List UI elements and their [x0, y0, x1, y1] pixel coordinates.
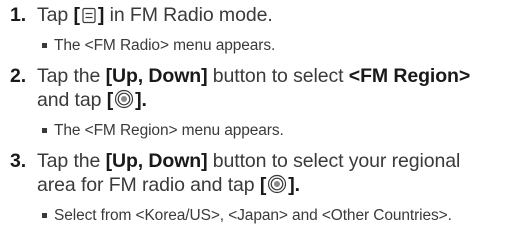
select-icon — [114, 89, 134, 115]
step-number: 2. — [10, 65, 27, 87]
bullet-icon — [42, 43, 47, 48]
instruction-document: 1. Tap [] in FM Radio mode. The <FM Radi… — [10, 3, 502, 225]
bracket-open: [ — [73, 4, 80, 26]
select-icon — [267, 174, 287, 200]
note-text: The <FM Region> menu appears. — [54, 122, 284, 139]
note-text: Select from <Korea/US>, <Japan> and <Oth… — [54, 207, 452, 224]
step-text: in FM Radio mode. — [104, 4, 273, 26]
step-1-note: The <FM Radio> menu appears. — [10, 37, 502, 55]
bracket-close: ]. — [135, 89, 147, 111]
step-2-note: The <FM Region> menu appears. — [10, 122, 502, 140]
button-reference: [Up, Down] — [105, 150, 208, 172]
step-2: 2. Tap the [Up, Down] button to select <… — [10, 64, 502, 115]
step-number: 3. — [10, 150, 27, 172]
bullet-icon — [42, 213, 47, 218]
menu-reference: <FM Region> — [348, 65, 471, 87]
bracket-close: ]. — [288, 174, 300, 196]
step-text: Tap the — [37, 150, 106, 172]
step-text: and tap — [37, 89, 107, 111]
step-3: 3. Tap the [Up, Down] button to select y… — [10, 149, 502, 200]
step-1: 1. Tap [] in FM Radio mode. — [10, 3, 502, 30]
step-text: Tap the — [37, 65, 106, 87]
note-text: The <FM Radio> menu appears. — [54, 37, 276, 54]
button-reference: [Up, Down] — [105, 65, 208, 87]
menu-icon — [81, 6, 97, 30]
bullet-icon — [42, 128, 47, 133]
bracket-open: [ — [259, 174, 267, 196]
step-3-note: Select from <Korea/US>, <Japan> and <Oth… — [10, 207, 502, 225]
bracket-open: [ — [106, 89, 114, 111]
step-text: Tap — [37, 4, 74, 26]
step-text: button to select — [207, 65, 349, 87]
step-number: 1. — [10, 4, 27, 26]
